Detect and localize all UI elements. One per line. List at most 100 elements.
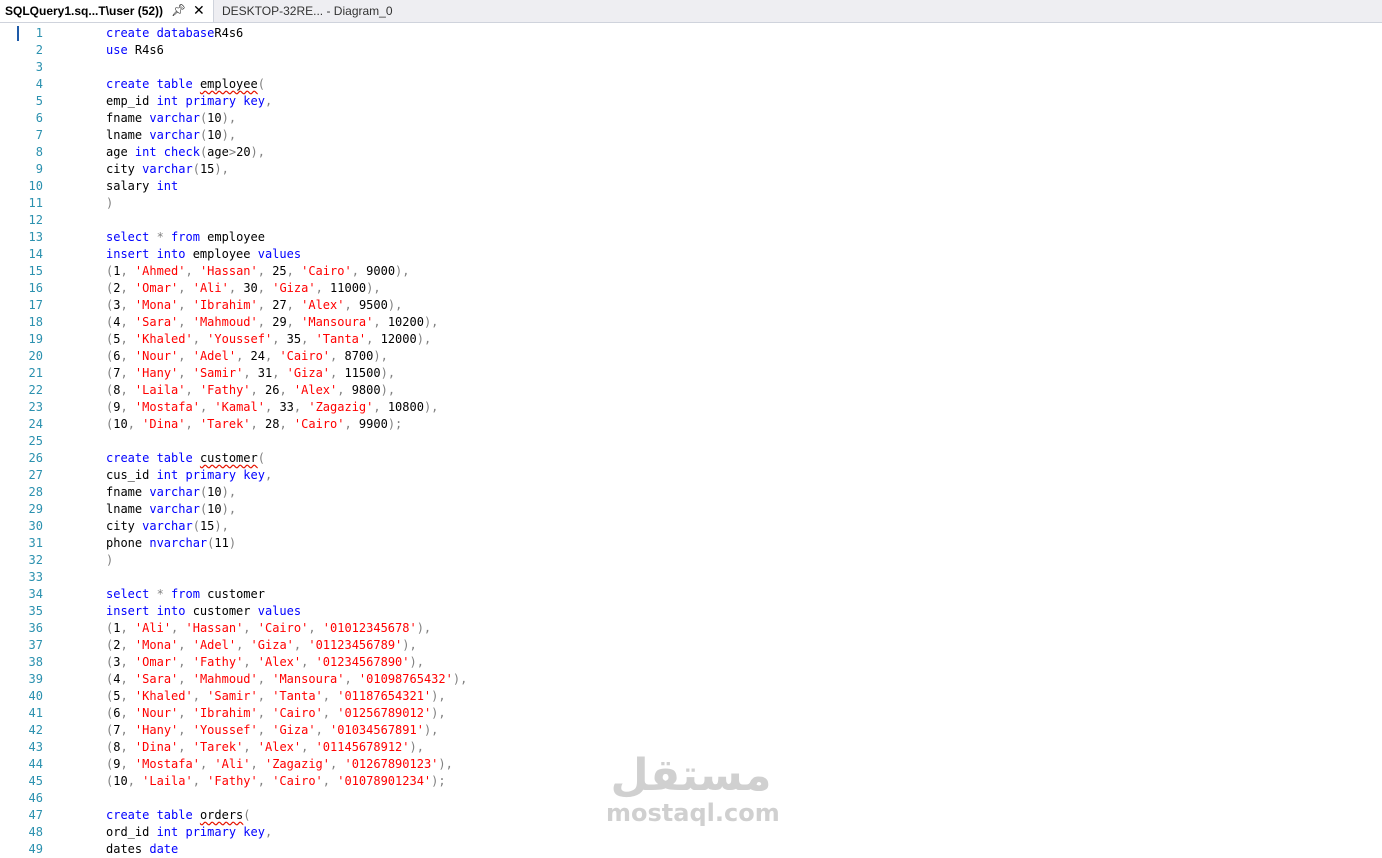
code-token: , [120,281,135,295]
code-token: , [265,349,280,363]
code-text: (1, 'Ahmed', 'Hassan', 25, 'Cairo', 9000… [106,263,410,280]
string-literal: 'Tarek' [192,740,244,754]
code-token: ), [380,383,396,397]
code-text: lname varchar(10), [106,501,236,518]
string-literal: 'Samir' [207,689,258,703]
code-token: , [330,366,345,380]
code-token: 26 [264,383,280,397]
code-token: phone [106,536,150,550]
line-number: 22 [28,383,43,397]
code-token: , [178,366,193,380]
tab-sqlquery1[interactable]: SQLQuery1.sq...T\user (52)) 📌︎ ✕ [0,0,214,22]
code-token: , [344,298,359,312]
keyword: varchar [149,128,200,142]
code-token: emp_id [106,94,157,108]
code-text: insert into employee values [106,246,301,263]
code-token: city [106,162,143,176]
string-literal: 'Giza' [250,638,294,652]
code-token: 27 [272,298,287,312]
code-token: , [279,417,294,431]
string-literal: 'Laila' [142,774,193,788]
string-literal: 'Alex' [257,655,302,669]
code-token: 9500 [358,298,388,312]
code-token: ), [373,349,388,363]
close-icon[interactable]: ✕ [193,2,205,19]
string-literal: 'Giza' [272,281,316,295]
string-literal: 'Cairo' [293,417,345,431]
string-literal: 'Alex' [257,740,302,754]
code-text: create table orders( [106,807,251,824]
code-token: , [243,655,258,669]
keyword: select [106,230,150,244]
pin-icon[interactable]: 📌︎ [171,3,186,17]
code-text: select * from customer [106,586,265,603]
code-token: , [243,740,258,754]
string-literal: 'Cairo' [272,774,323,788]
string-literal: 'Fathy' [207,774,258,788]
string-literal: 'Tarek' [199,417,251,431]
code-token: , [171,621,186,635]
string-literal: '01267890123' [344,757,439,771]
code-token: , [373,400,388,414]
line-number: 7 [35,128,43,142]
code-token: * [149,587,172,601]
line-number: 42 [28,723,43,737]
string-literal: 'Giza' [286,366,331,380]
code-token: , [178,315,193,329]
string-literal: 'Fathy' [192,655,244,669]
code-token: , [120,655,135,669]
code-token: , [264,468,273,482]
string-literal: 'Hassan' [185,621,244,635]
code-text: (2, 'Mona', 'Adel', 'Giza', '01123456789… [106,637,417,654]
code-token: , [192,689,208,703]
code-token: fname [106,485,150,499]
keyword: create table [106,77,193,91]
string-literal: '01034567891' [330,723,424,737]
code-token: ) [228,536,237,550]
code-token: * [149,230,172,244]
code-text: select * from employee [106,229,265,246]
code-token: , [120,723,135,737]
code-token: lname [106,502,150,516]
line-number: 28 [28,485,43,499]
code-token: , [272,366,287,380]
code-token: , [192,332,208,346]
code-token: ), [423,400,439,414]
line-number: 18 [28,315,43,329]
keyword: nvarchar [149,536,208,550]
string-literal: '01098765432' [358,672,453,686]
code-token: dates [106,842,150,856]
code-token: , [337,383,352,397]
code-token: , [264,825,273,839]
code-token: , [192,774,208,788]
code-text: city varchar(15), [106,518,229,535]
code-token: 10 [113,417,128,431]
tab-diagram[interactable]: DESKTOP-32RE... - Diagram_0 [215,0,395,22]
code-token: ), [250,145,265,159]
code-token: 28 [264,417,280,431]
code-text: age int check(age>20), [106,144,265,161]
line-number: 48 [28,825,43,839]
code-text: (6, 'Nour', 'Ibrahim', 'Cairo', '0125678… [106,705,446,722]
string-literal: 'Fathy' [199,383,251,397]
code-token: 11500 [344,366,381,380]
code-token: , [236,349,251,363]
code-token: ), [416,621,432,635]
code-token: fname [106,111,150,125]
code-token: , [286,315,302,329]
code-token: , [322,706,338,720]
code-token: , [301,332,316,346]
string-literal: 'Tanta' [272,689,323,703]
code-text: city varchar(15), [106,161,229,178]
code-token: , [272,332,287,346]
sql-editor[interactable]: 1 create databaseR4s6 2 use R4s6 3 4 create ta… [0,23,1382,856]
line-number: 39 [28,672,43,686]
code-token: , [257,298,273,312]
code-text: (6, 'Nour', 'Adel', 24, 'Cairo', 8700), [106,348,388,365]
string-literal: 'Cairo' [257,621,309,635]
code-token: , [185,383,200,397]
code-text: fname varchar(10), [106,110,236,127]
line-number: 34 [28,587,43,601]
code-token: , [279,383,294,397]
code-token: cus_id [106,468,157,482]
